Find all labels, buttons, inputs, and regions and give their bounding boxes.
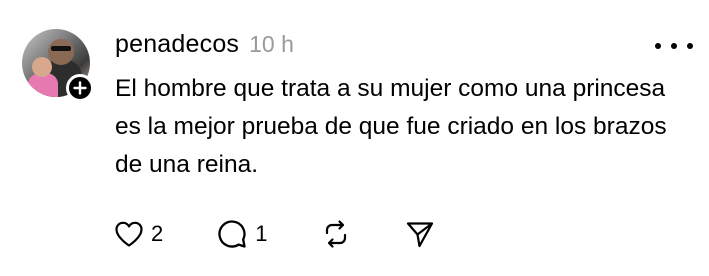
share-button[interactable] xyxy=(405,216,435,252)
like-button[interactable]: 2 xyxy=(114,216,163,252)
more-options-button[interactable] xyxy=(655,36,693,56)
comment-icon xyxy=(218,220,246,248)
username[interactable]: penadecos xyxy=(115,30,239,59)
timestamp: 10 h xyxy=(249,31,294,57)
send-icon xyxy=(406,222,433,248)
post-header: penadecos 10 h xyxy=(115,30,294,64)
more-horizontal-icon xyxy=(655,43,661,49)
action-bar: 2 1 xyxy=(114,216,435,252)
plus-icon xyxy=(73,81,87,95)
like-count: 2 xyxy=(151,221,164,246)
thread-post: penadecos 10 h El hombre que trata a su … xyxy=(0,0,709,276)
avatar-container[interactable] xyxy=(22,29,98,105)
repost-button[interactable] xyxy=(321,216,351,252)
follow-button[interactable] xyxy=(66,74,94,102)
reply-count: 1 xyxy=(255,221,268,246)
post-text: El hombre que trata a su mujer como una … xyxy=(115,75,667,178)
heart-icon xyxy=(115,221,143,247)
reply-button[interactable]: 1 xyxy=(216,216,268,252)
repost-icon xyxy=(325,220,346,248)
